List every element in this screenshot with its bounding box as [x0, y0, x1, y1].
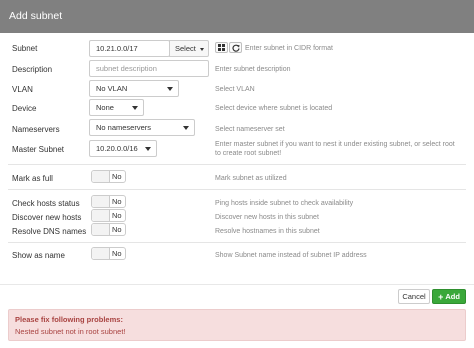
device-select[interactable]: None — [89, 99, 144, 116]
vlan-help: Select VLAN — [215, 86, 255, 93]
plus-icon: + — [438, 291, 444, 302]
modal-header: Add subnet — [0, 0, 474, 33]
cancel-button[interactable]: Cancel — [398, 289, 430, 304]
nameservers-select-value: No nameservers — [96, 123, 152, 132]
description-label: Description — [12, 65, 53, 74]
description-input[interactable]: subnet description — [89, 60, 209, 77]
chevron-down-icon — [183, 126, 189, 130]
toggle-knob — [92, 248, 110, 259]
toggle-state: No — [112, 172, 122, 181]
discover-hosts-toggle[interactable]: No — [91, 209, 126, 222]
divider — [8, 242, 466, 243]
toggle-knob — [92, 224, 110, 235]
chevron-down-icon — [132, 106, 138, 110]
master-subnet-help-line2: to create root subnet! — [215, 150, 282, 157]
divider — [8, 164, 466, 165]
device-label: Device — [12, 104, 37, 113]
modal-title: Add subnet — [9, 10, 63, 22]
vlan-select-value: No VLAN — [96, 84, 128, 93]
vlan-select[interactable]: No VLAN — [89, 80, 179, 97]
discover-hosts-help: Discover new hosts in this subnet — [215, 214, 319, 221]
master-subnet-label: Master Subnet — [12, 145, 65, 154]
subnet-label: Subnet — [12, 44, 38, 53]
error-alert: Please fix following problems: Nested su… — [8, 309, 466, 341]
show-name-help: Show Subnet name instead of subnet IP ad… — [215, 252, 367, 259]
resolve-dns-label: Resolve DNS names — [12, 227, 87, 236]
mark-full-label: Mark as full — [12, 174, 53, 183]
subnet-help: Enter subnet in CIDR format — [245, 45, 333, 52]
toggle-state: No — [112, 211, 122, 220]
description-help: Enter subnet description — [215, 66, 291, 73]
discover-hosts-label: Discover new hosts — [12, 213, 82, 222]
device-help: Select device where subnet is located — [215, 105, 333, 112]
add-button[interactable]: + Add — [432, 289, 466, 304]
subnet-input[interactable]: 10.21.0.0/17 — [89, 40, 170, 57]
show-name-label: Show as name — [12, 251, 65, 260]
chevron-down-icon — [200, 48, 204, 51]
resolve-dns-help: Resolve hostnames in this subnet — [215, 228, 320, 235]
resolve-dns-toggle[interactable]: No — [91, 223, 126, 236]
chevron-down-icon — [145, 147, 151, 151]
mark-full-help: Mark subnet as utilized — [215, 175, 287, 182]
divider — [8, 189, 466, 190]
toggle-knob — [92, 210, 110, 221]
toggle-knob — [92, 171, 110, 182]
show-name-toggle[interactable]: No — [91, 247, 126, 260]
master-subnet-help-line1: Enter master subnet if you want to nest … — [215, 141, 455, 148]
refresh-icon[interactable] — [229, 42, 242, 53]
toggle-knob — [92, 196, 110, 207]
vlan-label: VLAN — [12, 85, 33, 94]
toggle-state: No — [112, 249, 122, 258]
chevron-down-icon — [167, 87, 173, 91]
device-select-value: None — [96, 103, 114, 112]
alert-message: Nested subnet not in root subnet! — [15, 327, 126, 336]
check-hosts-toggle[interactable]: No — [91, 195, 126, 208]
footer-divider — [0, 284, 474, 285]
grid-icon[interactable] — [215, 42, 228, 53]
nameservers-select[interactable]: No nameservers — [89, 119, 195, 136]
master-subnet-select[interactable]: 10.20.0.0/16 — [89, 140, 157, 157]
check-hosts-label: Check hosts status — [12, 199, 80, 208]
toggle-state: No — [112, 225, 122, 234]
master-subnet-select-value: 10.20.0.0/16 — [96, 144, 138, 153]
nameservers-label: Nameservers — [12, 125, 60, 134]
add-button-label: Add — [445, 292, 460, 301]
nameservers-help: Select nameserver set — [215, 126, 285, 133]
toggle-state: No — [112, 197, 122, 206]
subnet-select-button[interactable]: Select — [169, 40, 209, 57]
mark-full-toggle[interactable]: No — [91, 170, 126, 183]
alert-title: Please fix following problems: — [15, 315, 123, 324]
cancel-button-label: Cancel — [402, 292, 426, 301]
check-hosts-help: Ping hosts inside subnet to check availa… — [215, 200, 354, 207]
subnet-select-label: Select — [175, 44, 196, 53]
